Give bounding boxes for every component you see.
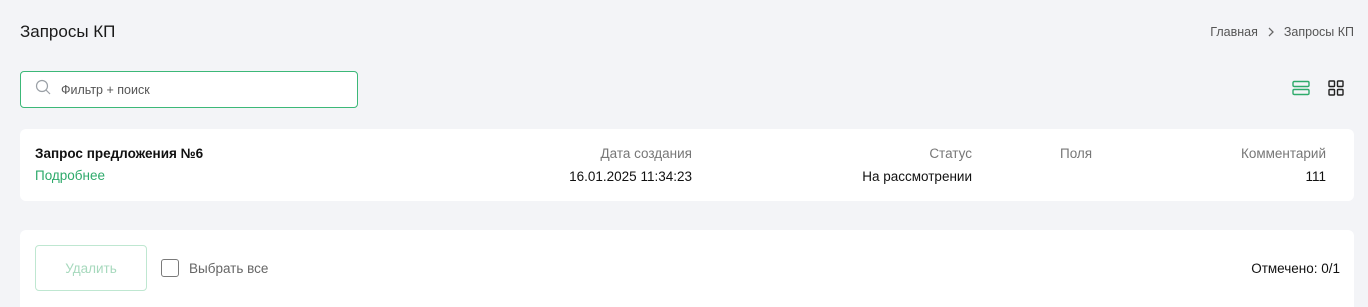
grid-view-button[interactable] <box>1326 79 1346 101</box>
status-label: Статус <box>929 146 972 161</box>
comment-value: 111 <box>1305 169 1326 184</box>
comment-label: Комментарий <box>1240 146 1326 161</box>
request-card: Запрос предложения №6 Подробнее Дата соз… <box>20 129 1354 201</box>
list-view-icon <box>1292 80 1310 101</box>
date-value: 16.01.2025 11:34:23 <box>569 169 692 184</box>
delete-button[interactable]: Удалить <box>35 245 147 291</box>
search-input[interactable] <box>61 82 331 97</box>
page-title: Запросы КП <box>20 22 116 41</box>
date-label: Дата создания <box>600 146 693 161</box>
selected-count: Отмечено: 0/1 <box>1251 261 1340 276</box>
status-column: Статус На рассмотрении <box>862 146 972 184</box>
search-box[interactable] <box>20 71 358 108</box>
fields-column: Поля <box>1060 146 1092 169</box>
comment-column: Комментарий 111 <box>1241 146 1326 184</box>
date-column: Дата создания 16.01.2025 11:34:23 <box>569 146 692 184</box>
select-all-label: Выбрать все <box>189 260 269 276</box>
select-all-control[interactable]: Выбрать все <box>161 259 268 277</box>
select-all-checkbox[interactable] <box>161 259 179 277</box>
list-view-button[interactable] <box>1291 80 1311 100</box>
grid-view-icon <box>1328 79 1344 101</box>
chevron-right-icon <box>1266 27 1276 37</box>
breadcrumb: Главная Запросы КП <box>1210 25 1354 39</box>
fields-label: Поля <box>1060 146 1093 161</box>
status-value: На рассмотрении <box>862 169 972 184</box>
page: Запросы КП Главная Запросы КП Запрос пре… <box>0 0 1368 307</box>
bulk-actions-bar: Удалить Выбрать все Отмечено: 0/1 <box>20 230 1354 307</box>
breadcrumb-current: Запросы КП <box>1283 25 1354 39</box>
details-link[interactable]: Подробнее <box>35 168 105 183</box>
request-title: Запрос предложения №6 <box>35 146 204 161</box>
search-icon <box>35 79 51 100</box>
breadcrumb-home-link[interactable]: Главная <box>1210 25 1258 39</box>
